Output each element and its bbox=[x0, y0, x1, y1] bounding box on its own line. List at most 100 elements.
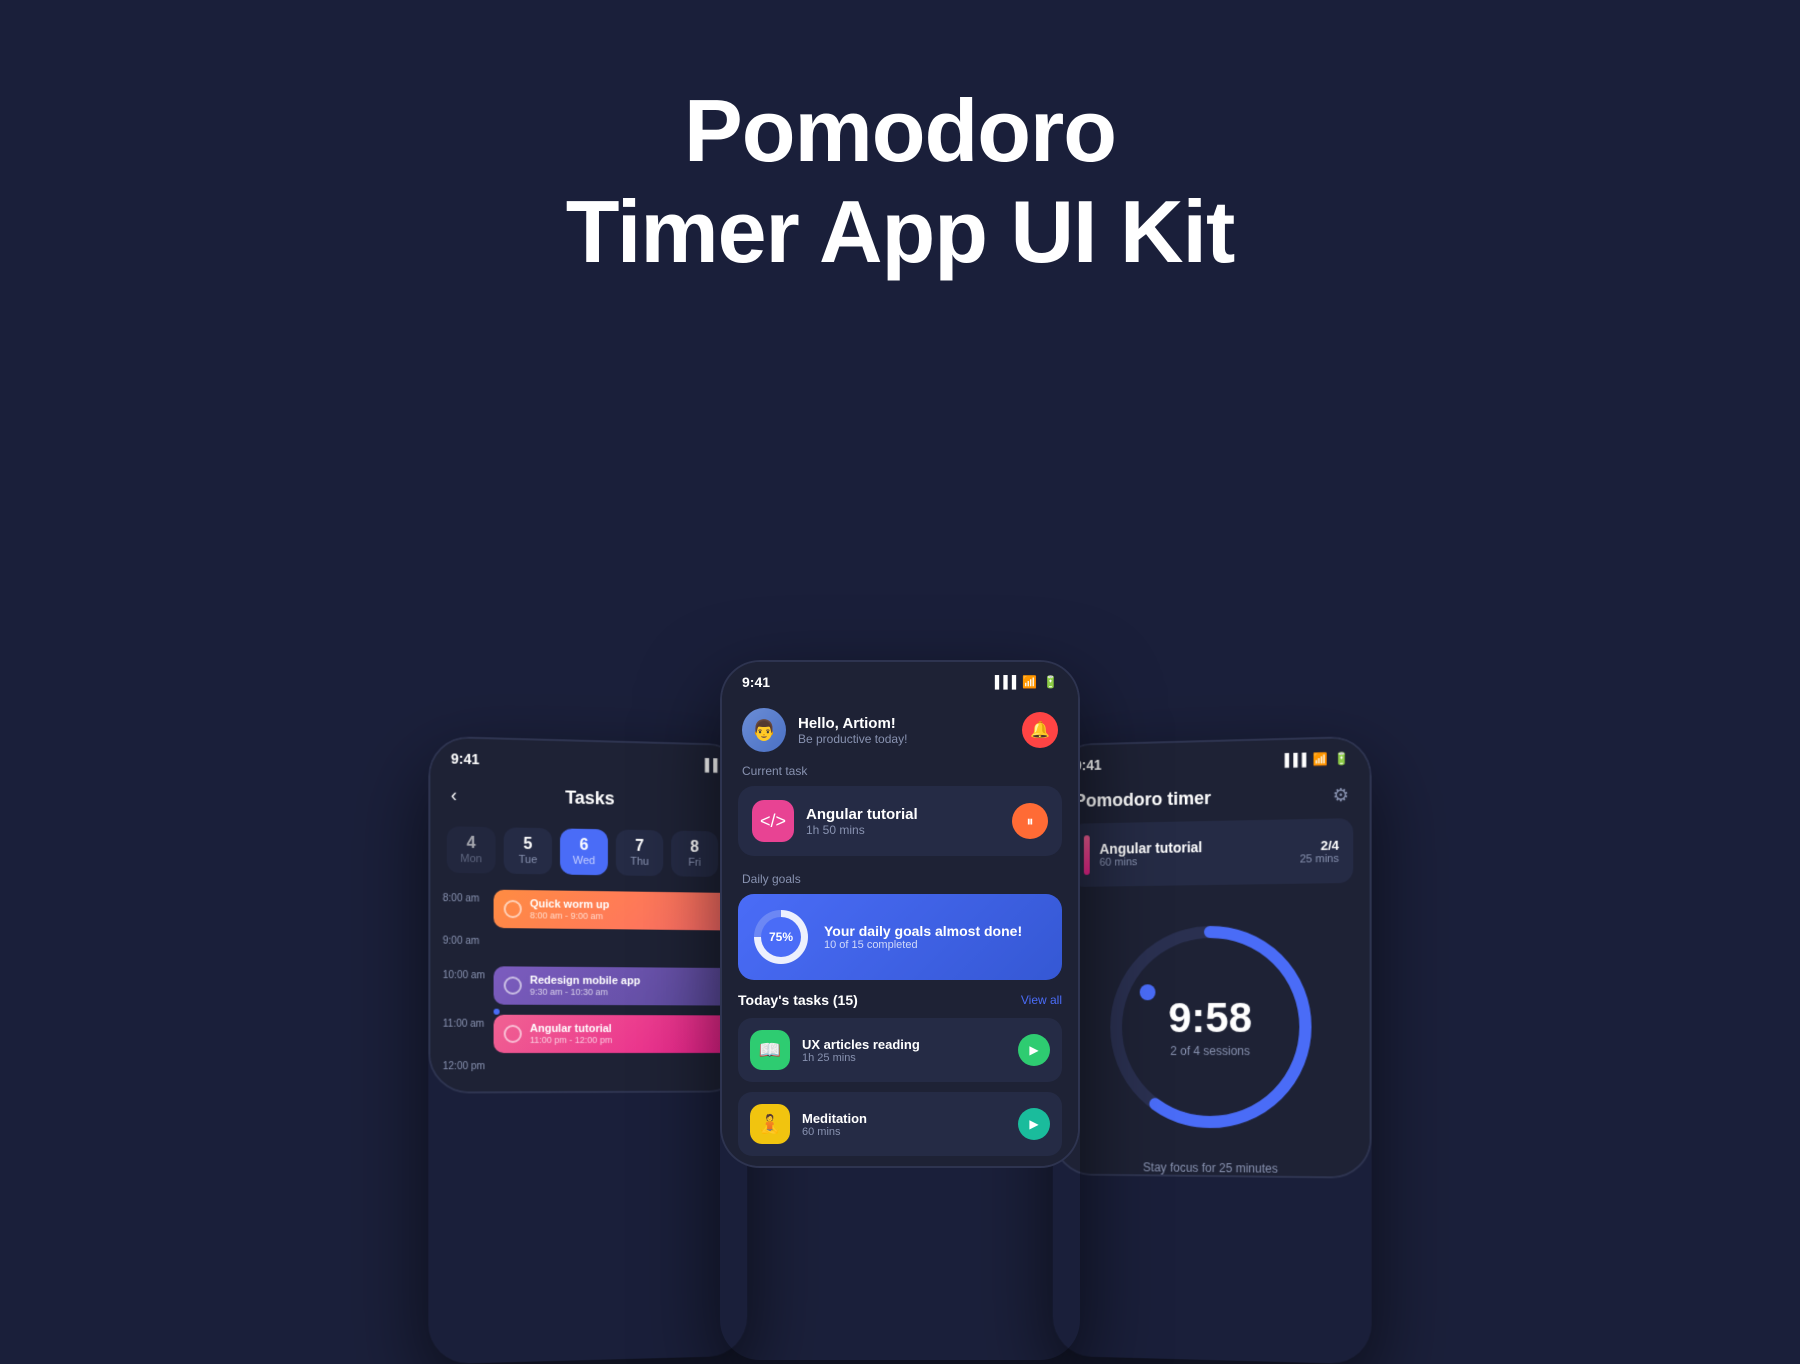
center-content: 👨 Hello, Artiom! Be productive today! 🔔 … bbox=[722, 696, 1078, 1166]
time-line-11am: Angular tutorial 11:00 pm - 12:00 pm bbox=[494, 1015, 734, 1053]
task-list-info-meditation: Meditation 60 mins bbox=[802, 1111, 1006, 1138]
goals-text: Your daily goals almost done! 10 of 15 c… bbox=[824, 923, 1022, 951]
avatar: 👨 bbox=[742, 708, 786, 752]
task-dot-redesign bbox=[504, 976, 522, 994]
settings-icon[interactable]: ⚙ bbox=[1333, 785, 1349, 807]
center-phone: 9:41 ▐▐▐ 📶 🔋 👨 Hello, Artiom! bbox=[720, 660, 1080, 1360]
center-status-bar: 9:41 ▐▐▐ 📶 🔋 bbox=[722, 662, 1078, 696]
avatar-image: 👨 bbox=[742, 708, 786, 752]
current-task-card[interactable]: </> Angular tutorial 1h 50 mins ⏸ bbox=[738, 786, 1062, 856]
right-wifi-icon: 📶 bbox=[1313, 752, 1328, 767]
calendar-day-wed[interactable]: 6 Wed bbox=[560, 828, 608, 875]
calendar-day-thu[interactable]: 7 Thu bbox=[616, 829, 663, 876]
task-list-info-ux: UX articles reading 1h 25 mins bbox=[802, 1037, 1006, 1064]
calendar-day-prev[interactable]: 4 Mon bbox=[447, 826, 496, 873]
task-list-name-meditation: Meditation bbox=[802, 1111, 1006, 1126]
time-label-9am: 9:00 am bbox=[443, 931, 494, 947]
time-row-11am: 11:00 am Angular tutorial 11:00 pm - 12:… bbox=[443, 1015, 734, 1053]
current-task-label: Current task bbox=[722, 764, 1078, 778]
task-time-wormup: 8:00 am - 9:00 am bbox=[530, 910, 609, 921]
right-battery-icon: 🔋 bbox=[1334, 751, 1349, 766]
left-phone: 9:41 ▐▐▐ ‹ Tasks 4 Mon bbox=[428, 736, 747, 1364]
play-button-meditation[interactable]: ▶ bbox=[1018, 1108, 1050, 1140]
current-task-info: Angular tutorial 1h 50 mins bbox=[806, 806, 1000, 837]
user-greeting: Hello, Artiom! Be productive today! bbox=[798, 715, 907, 746]
task-icon-ux: 📖 bbox=[750, 1030, 790, 1070]
daily-goals-label: Daily goals bbox=[722, 872, 1078, 886]
play-icon-ux: ▶ bbox=[1029, 1043, 1038, 1057]
task-list-item-ux[interactable]: 📖 UX articles reading 1h 25 mins ▶ bbox=[738, 1018, 1062, 1082]
task-time-angular: 11:00 pm - 12:00 pm bbox=[530, 1035, 612, 1045]
timer-display: 9:58 2 of 4 sessions bbox=[1168, 994, 1252, 1060]
time-line-9am bbox=[494, 932, 734, 934]
left-status-time: 9:41 bbox=[451, 750, 480, 767]
pomo-task-duration: 60 mins bbox=[1100, 855, 1203, 869]
current-task-name: Angular tutorial bbox=[806, 806, 1000, 823]
time-row-8am: 8:00 am Quick worm up 8:00 am - 9:00 am bbox=[443, 889, 734, 931]
task-block-redesign[interactable]: Redesign mobile app 9:30 am - 10:30 am bbox=[494, 966, 734, 1005]
bell-icon: 🔔 bbox=[1030, 720, 1050, 740]
time-row-10am: 10:00 am Redesign mobile app 9:30 am - 1… bbox=[443, 966, 734, 1006]
notification-button[interactable]: 🔔 bbox=[1022, 712, 1058, 748]
calendar-day-tue[interactable]: 5 Tue bbox=[504, 827, 552, 874]
time-slots: 8:00 am Quick worm up 8:00 am - 9:00 am bbox=[430, 889, 745, 1088]
task-list-name-ux: UX articles reading bbox=[802, 1037, 1006, 1052]
task-list-item-meditation[interactable]: 🧘 Meditation 60 mins ▶ bbox=[738, 1092, 1062, 1156]
task-name-redesign: Redesign mobile app bbox=[530, 975, 640, 988]
task-info-angular: Angular tutorial 11:00 pm - 12:00 pm bbox=[530, 1023, 612, 1045]
user-header: 👨 Hello, Artiom! Be productive today! 🔔 bbox=[722, 696, 1078, 764]
calendar-row: 4 Mon 5 Tue 6 Wed 7 Thu bbox=[430, 818, 745, 885]
page-title: Pomodoro Timer App UI Kit bbox=[566, 80, 1235, 282]
pomo-task-right: 2/4 25 mins bbox=[1300, 837, 1339, 865]
todays-tasks-header: Today's tasks (15) View all bbox=[722, 992, 1078, 1008]
task-name-wormup: Quick worm up bbox=[530, 898, 609, 911]
pomo-task-text: Angular tutorial 60 mins bbox=[1100, 839, 1203, 869]
pause-button[interactable]: ⏸ bbox=[1012, 803, 1048, 839]
tasks-title: Tasks bbox=[565, 787, 615, 809]
stay-focus-text: Stay focus for 25 minutes bbox=[1055, 1159, 1370, 1176]
time-label-12pm: 12:00 pm bbox=[443, 1057, 494, 1072]
task-block-angular[interactable]: Angular tutorial 11:00 pm - 12:00 pm bbox=[494, 1015, 734, 1053]
time-row-9am: 9:00 am bbox=[443, 931, 734, 964]
back-button[interactable]: ‹ bbox=[451, 785, 457, 806]
task-name-angular: Angular tutorial bbox=[530, 1023, 612, 1035]
pomodoro-header: Pomodoro timer ⚙ bbox=[1055, 772, 1370, 824]
right-phone: 9:41 ▐▐▐ 📶 🔋 Pomodoro timer ⚙ bbox=[1053, 736, 1372, 1364]
time-label-10am: 10:00 am bbox=[443, 966, 494, 981]
task-list-dur-ux: 1h 25 mins bbox=[802, 1052, 1006, 1064]
battery-icon: 🔋 bbox=[1043, 675, 1058, 689]
task-info-redesign: Redesign mobile app 9:30 am - 10:30 am bbox=[530, 975, 640, 998]
task-dot-angular bbox=[504, 1025, 522, 1043]
meditation-icon: 🧘 bbox=[759, 1114, 781, 1135]
play-button-ux[interactable]: ▶ bbox=[1018, 1034, 1050, 1066]
task-icon-meditation: 🧘 bbox=[750, 1104, 790, 1144]
pomodoro-task-row[interactable]: Angular tutorial 60 mins 2/4 25 mins bbox=[1070, 818, 1353, 887]
goals-title: Your daily goals almost done! bbox=[824, 923, 1022, 939]
task-dot-wormup bbox=[504, 900, 522, 918]
right-status-icons: ▐▐▐ 📶 🔋 bbox=[1281, 751, 1349, 767]
right-content: Pomodoro timer ⚙ Angular tutorial 60 min… bbox=[1055, 772, 1370, 1177]
calendar-day-fri[interactable]: 8 Fri bbox=[671, 831, 718, 877]
center-status-time: 9:41 bbox=[742, 674, 770, 690]
center-status-icons: ▐▐▐ 📶 🔋 bbox=[991, 675, 1058, 689]
phones-showcase: 9:41 ▐▐▐ ‹ Tasks 4 Mon bbox=[0, 342, 1800, 1360]
pomodoro-title: Pomodoro timer bbox=[1074, 788, 1211, 812]
wifi-icon: 📶 bbox=[1022, 675, 1037, 689]
time-label-8am: 8:00 am bbox=[443, 889, 494, 905]
time-row-12pm: 12:00 pm bbox=[443, 1057, 734, 1088]
tasks-header: ‹ Tasks bbox=[430, 772, 745, 824]
time-label-11am: 11:00 am bbox=[443, 1015, 494, 1030]
pomo-task-indicator bbox=[1084, 835, 1090, 875]
user-info: 👨 Hello, Artiom! Be productive today! bbox=[742, 708, 907, 752]
hero-section: Pomodoro Timer App UI Kit bbox=[566, 80, 1235, 282]
view-all-button[interactable]: View all bbox=[1021, 993, 1062, 1007]
greeting-text: Hello, Artiom! bbox=[798, 715, 907, 732]
task-block-wormup[interactable]: Quick worm up 8:00 am - 9:00 am bbox=[494, 890, 734, 931]
timer-time: 9:58 bbox=[1168, 994, 1252, 1042]
todays-tasks-label: Today's tasks (15) bbox=[738, 992, 858, 1008]
goals-card[interactable]: 75% Your daily goals almost done! 10 of … bbox=[738, 894, 1062, 980]
greeting-subtitle: Be productive today! bbox=[798, 732, 907, 746]
current-task-duration: 1h 50 mins bbox=[806, 823, 1000, 837]
progress-percentage: 75% bbox=[769, 930, 793, 944]
right-signal-icon: ▐▐▐ bbox=[1281, 753, 1307, 768]
